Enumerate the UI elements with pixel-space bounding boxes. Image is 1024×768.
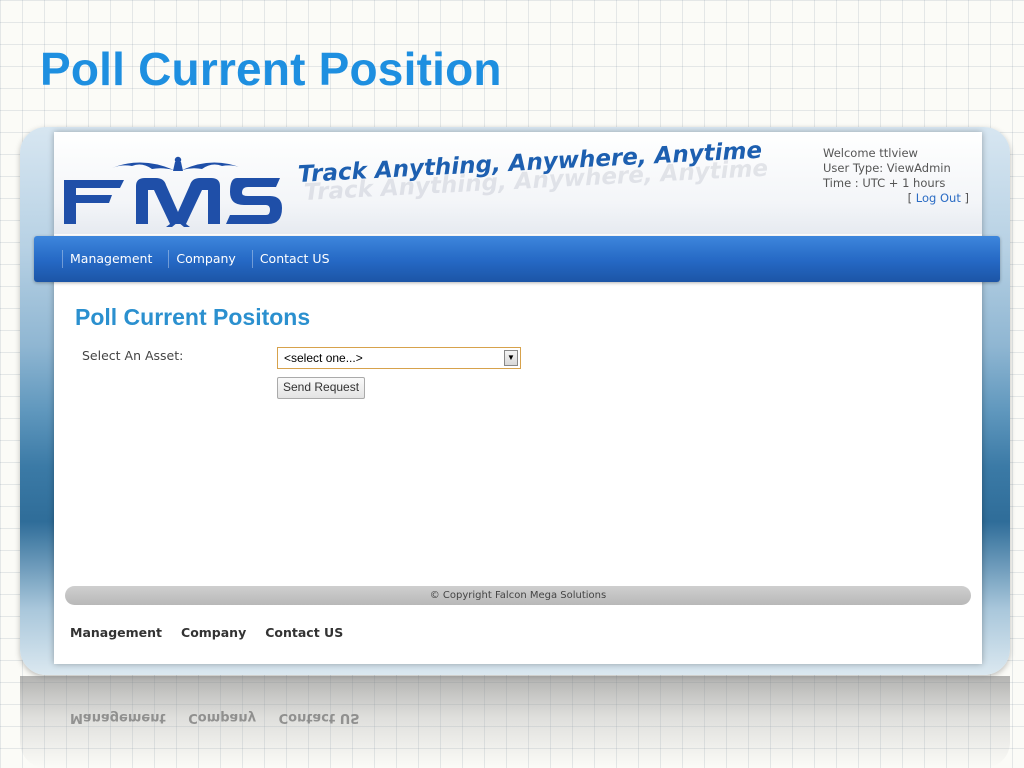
footer-link-company[interactable]: Company [181,625,246,640]
logout-line: [ Log Out ] [823,191,969,206]
reflected-link-contact-us: Contact US [278,710,360,725]
logout-bracket-open: [ [907,191,916,205]
slide-title: Poll Current Position [40,43,502,95]
chevron-down-icon[interactable]: ▼ [504,350,518,366]
copyright-text: © Copyright Falcon Mega Solutions [429,590,607,601]
app-header: Track Anything, Anywhere, Anytime Track … [54,132,982,234]
footer-link-management[interactable]: Management [70,625,162,640]
user-type-text: User Type: ViewAdmin [823,161,951,175]
reflected-footer-links: Management Company Contact US [70,710,378,725]
asset-select[interactable]: <select one...> ▼ [277,347,521,369]
fms-logo [62,148,284,244]
main-nav-bar: Management Company Contact US [34,236,1000,282]
asset-label: Select An Asset: [82,348,184,363]
welcome-text: Welcome ttlview [823,146,918,160]
app-window: Track Anything, Anywhere, Anytime Track … [34,132,1000,664]
footer-link-contact-us[interactable]: Contact US [265,625,343,640]
nav-item-contact-us[interactable]: Contact US [251,250,342,268]
footer-bar: © Copyright Falcon Mega Solutions [65,586,971,605]
nav-items: Management Company Contact US [62,236,346,282]
nav-item-management[interactable]: Management [62,250,164,268]
logout-bracket-close: ] [960,191,969,205]
timezone-text: Time : UTC + 1 hours [823,176,946,190]
user-info-panel: Welcome ttlview User Type: ViewAdmin Tim… [823,146,969,206]
window-reflection: Management Company Contact US [20,676,1010,768]
send-request-button[interactable]: Send Request [277,377,366,399]
asset-select-value: <select one...> [284,351,363,365]
footer-links: Management Company Contact US [70,625,362,640]
reflected-link-company: Company [188,710,257,725]
page-heading: Poll Current Positons [75,304,311,330]
fms-eagle-logo-icon [64,156,282,227]
nav-item-company[interactable]: Company [168,250,247,268]
reflected-link-management: Management [70,710,166,725]
logout-link[interactable]: Log Out [916,191,961,205]
